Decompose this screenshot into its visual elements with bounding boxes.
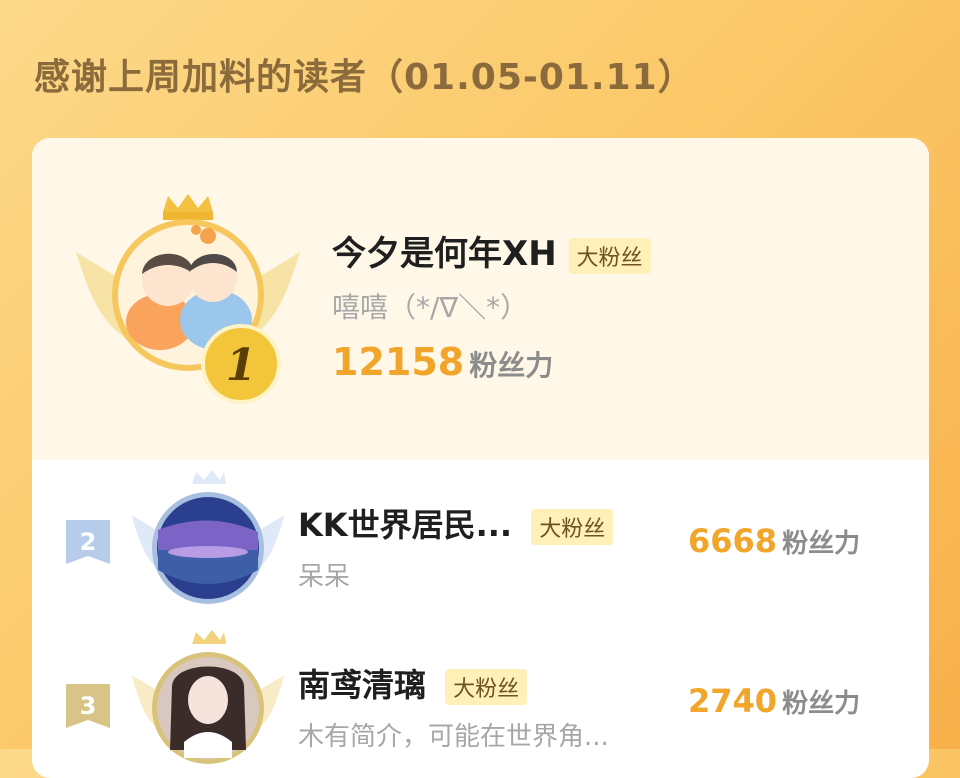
reader-name-text: KK世界居民... bbox=[298, 506, 513, 544]
svg-text:2: 2 bbox=[80, 528, 97, 556]
third-reader-name[interactable]: 南鸢清璃 大粉丝 bbox=[298, 660, 528, 706]
svg-text:3: 3 bbox=[80, 692, 97, 720]
fan-badge: 大粉丝 bbox=[531, 509, 614, 545]
fan-power-unit: 粉丝力 bbox=[782, 529, 861, 559]
rank-3-ribbon-icon: 3 bbox=[66, 684, 110, 728]
first-reader-score: 12158 粉丝力 bbox=[332, 340, 553, 384]
first-reader-name[interactable]: 今夕是何年XH 大粉丝 bbox=[332, 226, 651, 275]
second-reader-score: 6668 粉丝力 bbox=[688, 522, 860, 560]
second-avatar[interactable] bbox=[128, 470, 288, 610]
fan-power-unit: 粉丝力 bbox=[469, 349, 554, 382]
fan-badge: 大粉丝 bbox=[445, 669, 528, 705]
third-avatar[interactable] bbox=[128, 630, 288, 770]
reader-name-text: 今夕是何年XH bbox=[332, 234, 557, 274]
third-reader-bio: 木有简介，可能在世界角... bbox=[298, 722, 609, 752]
third-reader-score: 2740 粉丝力 bbox=[688, 682, 860, 720]
rank-1-medal-icon: 1 bbox=[201, 324, 281, 404]
first-reader-bio: 嘻嘻（*/∇＼*） bbox=[332, 291, 529, 324]
leaderboard-card: 1 今夕是何年XH 大粉丝 嘻嘻（*/∇＼*） 12158 粉丝力 2 KK世界… bbox=[32, 138, 929, 778]
fan-power-value: 12158 bbox=[332, 340, 465, 384]
first-place-section: 1 今夕是何年XH 大粉丝 嘻嘻（*/∇＼*） 12158 粉丝力 bbox=[32, 138, 929, 460]
fan-power-value: 2740 bbox=[688, 682, 778, 720]
rank-2-ribbon-icon: 2 bbox=[66, 520, 110, 564]
list-item[interactable]: 3 南鸢清璃 大粉丝 木有简介，可能在世界角... 2740 粉丝力 bbox=[32, 620, 929, 778]
fan-badge: 大粉丝 bbox=[568, 237, 651, 274]
fan-power-unit: 粉丝力 bbox=[782, 689, 861, 719]
page-title: 感谢上周加料的读者（01.05-01.11） bbox=[34, 57, 695, 98]
fan-power-value: 6668 bbox=[688, 522, 778, 560]
second-reader-name[interactable]: KK世界居民... 大粉丝 bbox=[298, 500, 614, 546]
reader-name-text: 南鸢清璃 bbox=[298, 666, 427, 704]
second-reader-bio: 呆呆 bbox=[298, 562, 351, 592]
crown-icon bbox=[163, 194, 213, 220]
svg-text:1: 1 bbox=[226, 340, 257, 391]
list-item[interactable]: 2 KK世界居民... 大粉丝 呆呆 6668 粉丝力 bbox=[32, 460, 929, 620]
